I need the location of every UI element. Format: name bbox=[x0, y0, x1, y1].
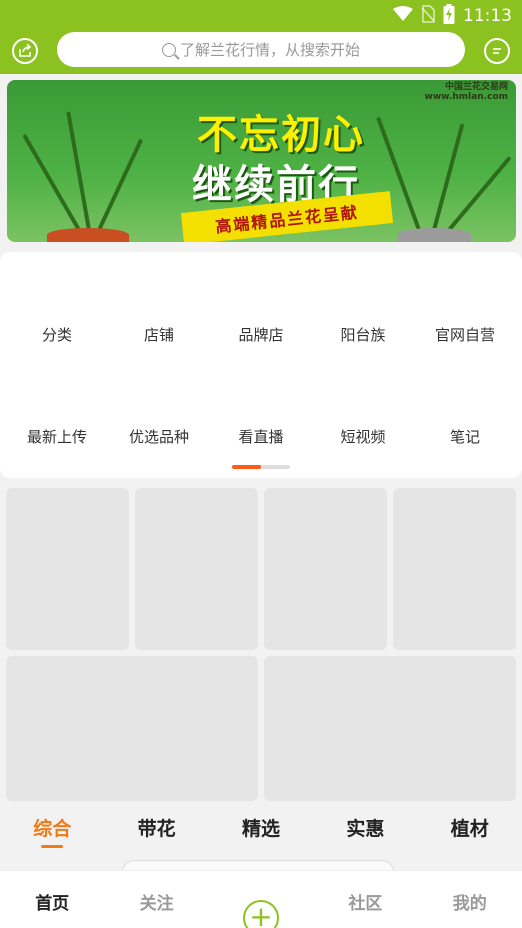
menu-item-notes[interactable]: 笔记 bbox=[414, 426, 516, 447]
search-input[interactable]: 了解兰花行情，从搜索开始 bbox=[57, 32, 465, 67]
bottom-nav: 首页 关注 + 社区 我的 bbox=[0, 870, 522, 928]
menu-item-short-video[interactable]: 短视频 bbox=[312, 426, 414, 447]
menu-item-brand-stores[interactable]: 品牌店 bbox=[210, 324, 312, 345]
content-tile[interactable] bbox=[264, 488, 387, 650]
menu-item-selected-varieties[interactable]: 优选品种 bbox=[108, 426, 210, 447]
page-indicator bbox=[232, 465, 290, 469]
tab-comprehensive[interactable]: 综合 bbox=[0, 808, 104, 860]
nav-follow[interactable]: 关注 bbox=[104, 871, 208, 928]
menu-item-category[interactable]: 分类 bbox=[6, 324, 108, 345]
plus-icon[interactable]: + bbox=[242, 900, 279, 928]
search-icon bbox=[161, 42, 176, 57]
tab-with-flowers[interactable]: 带花 bbox=[104, 808, 208, 860]
orchid-leaf-decoration bbox=[447, 155, 512, 232]
menu-item-live[interactable]: 看直播 bbox=[210, 426, 312, 447]
tab-plant-materials[interactable]: 植材 bbox=[418, 808, 522, 860]
tab-value[interactable]: 实惠 bbox=[313, 808, 417, 860]
menu-row: 分类 店铺 品牌店 阳台族 官网自营 bbox=[6, 324, 522, 345]
flower-pot-image bbox=[397, 228, 471, 242]
flower-pot-image bbox=[47, 228, 129, 242]
tab-featured[interactable]: 精选 bbox=[209, 808, 313, 860]
nav-home[interactable]: 首页 bbox=[0, 871, 104, 928]
page-indicator-active bbox=[232, 465, 261, 469]
content-tile[interactable] bbox=[393, 488, 516, 650]
tab-active-underline bbox=[41, 845, 63, 848]
nav-add[interactable]: + bbox=[209, 871, 313, 928]
nav-community[interactable]: 社区 bbox=[313, 871, 417, 928]
content-tile[interactable] bbox=[135, 488, 258, 650]
promo-banner[interactable]: 中国兰花交易网 www.hmlan.com 不忘初心 继续前行 高端精品兰花呈献 bbox=[7, 80, 516, 242]
status-time: 11:13 bbox=[463, 6, 512, 26]
content-tile[interactable] bbox=[6, 656, 258, 801]
no-sim-icon bbox=[421, 5, 435, 27]
menu-row: 最新上传 优选品种 看直播 短视频 笔记 bbox=[6, 426, 522, 447]
menu-item-latest-uploads[interactable]: 最新上传 bbox=[6, 426, 108, 447]
content-tile[interactable] bbox=[6, 488, 129, 650]
feed-tabs: 综合 带花 精选 实惠 植材 bbox=[0, 808, 522, 860]
orchid-leaf-decoration bbox=[97, 138, 144, 231]
menu-item-shops[interactable]: 店铺 bbox=[108, 324, 210, 345]
battery-charging-icon bbox=[443, 4, 455, 28]
nav-mine[interactable]: 我的 bbox=[418, 871, 522, 928]
menu-item-balcony[interactable]: 阳台族 bbox=[312, 324, 414, 345]
wifi-icon bbox=[393, 6, 413, 26]
top-bar: 了解兰花行情，从搜索开始 bbox=[0, 28, 522, 74]
search-placeholder: 了解兰花行情，从搜索开始 bbox=[179, 41, 360, 59]
menu-item-official-store[interactable]: 官网自营 bbox=[414, 324, 516, 345]
banner-site-logo: 中国兰花交易网 www.hmlan.com bbox=[424, 82, 508, 102]
share-icon[interactable] bbox=[12, 38, 38, 64]
message-icon[interactable] bbox=[484, 38, 510, 64]
status-bar: 11:13 bbox=[0, 0, 522, 28]
category-menu: 分类 店铺 品牌店 阳台族 官网自营 最新上传 优选品种 看直播 短视频 笔记 bbox=[0, 252, 522, 478]
content-tile[interactable] bbox=[264, 656, 516, 801]
